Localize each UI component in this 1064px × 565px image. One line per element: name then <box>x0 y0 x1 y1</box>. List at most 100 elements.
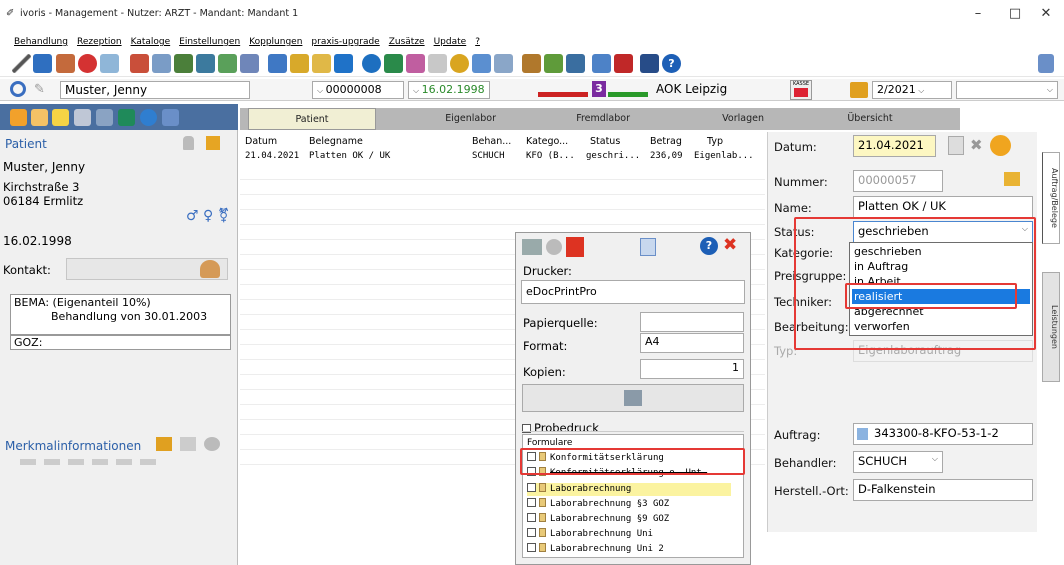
folder-icon[interactable] <box>290 54 309 73</box>
col-typ[interactable]: Typ <box>707 136 723 147</box>
tools-icon[interactable] <box>204 437 220 451</box>
card-icon[interactable] <box>130 54 149 73</box>
phone-tab-icon[interactable] <box>118 109 135 126</box>
menu-rezeption[interactable]: Rezeption <box>77 37 122 47</box>
calendar-icon[interactable] <box>948 136 964 155</box>
window-icon[interactable] <box>472 54 491 73</box>
form-item[interactable]: Laborabrechnung §3 GOZ <box>527 498 669 511</box>
print-button[interactable] <box>522 384 744 412</box>
birthdate-field[interactable]: ⌵ 16.02.1998 <box>408 81 490 99</box>
document-icon[interactable] <box>56 54 75 73</box>
kopien-field[interactable]: 1 <box>640 359 744 379</box>
kasse-icon[interactable]: KASSE <box>790 80 812 100</box>
history-tab-icon[interactable] <box>31 109 48 126</box>
add-merkmal-icon[interactable] <box>156 437 172 451</box>
print-help-icon[interactable]: ? <box>700 237 718 255</box>
search-icon[interactable] <box>10 81 26 97</box>
monitor-icon[interactable] <box>592 54 611 73</box>
col-kategorie[interactable]: Katego... <box>526 136 568 147</box>
edit-icon[interactable] <box>614 54 633 73</box>
col-belegname[interactable]: Belegname <box>309 136 363 147</box>
col-datum[interactable]: Datum <box>245 136 277 147</box>
probedruck-checkbox[interactable]: Probedruck <box>522 421 599 435</box>
lock-icon[interactable] <box>183 136 194 150</box>
contact-person-icon[interactable] <box>200 260 220 278</box>
graduate-icon[interactable] <box>522 54 541 73</box>
globe-tab-icon[interactable] <box>140 109 157 126</box>
close-button[interactable]: ✕ <box>1026 4 1064 24</box>
tab-fremdlabor[interactable]: Fremdlabor <box>514 108 642 130</box>
col-behandler[interactable]: Behan... <box>472 136 511 147</box>
mail-icon[interactable] <box>428 54 447 73</box>
col-betrag[interactable]: Betrag <box>650 136 682 147</box>
form-item[interactable]: Laborabrechnung Uni <box>527 528 653 541</box>
menu-kataloge[interactable]: Kataloge <box>131 37 171 47</box>
lab-icon[interactable] <box>334 54 353 73</box>
line-tool-icon[interactable] <box>12 54 31 73</box>
list-icon[interactable] <box>152 54 171 73</box>
help-icon[interactable]: ? <box>662 54 681 73</box>
patient-tab-icon[interactable] <box>10 109 27 126</box>
tab-vorlagen[interactable]: Vorlagen <box>648 108 776 130</box>
herstell-field[interactable]: D-Falkenstein <box>853 479 1033 501</box>
pointer-icon[interactable] <box>33 54 52 73</box>
print-close-icon[interactable]: ✖ <box>723 235 737 255</box>
menu-zusaetze[interactable]: Zusätze <box>389 37 425 47</box>
tab-auftrag-belege[interactable]: Auftrag/Belege <box>1042 152 1060 244</box>
format-field[interactable]: A4 <box>640 333 744 353</box>
form-item[interactable]: Laborabrechnung Uni 2 <box>527 543 664 556</box>
map-icon[interactable] <box>218 54 237 73</box>
quarter-select[interactable]: 2/2021 ⌵ <box>872 81 952 99</box>
printer-icon[interactable] <box>522 239 542 255</box>
calendar-icon[interactable] <box>406 54 425 73</box>
papierquelle-field[interactable] <box>640 312 744 332</box>
tooth-chart-icon[interactable] <box>174 54 193 73</box>
col-status[interactable]: Status <box>590 136 620 147</box>
pdf-icon[interactable] <box>566 237 584 257</box>
notes-icon[interactable] <box>494 54 513 73</box>
tab-patient[interactable]: Patient <box>248 108 376 130</box>
drucker-field[interactable]: eDocPrintPro <box>521 280 745 304</box>
patient-search-input[interactable]: Muster, Jenny <box>60 81 250 99</box>
menu-praxis-upgrade[interactable]: praxis-upgrade <box>311 37 379 47</box>
info-icon[interactable] <box>990 135 1011 156</box>
menu-kopplungen[interactable]: Kopplungen <box>249 37 302 47</box>
clear-icon[interactable]: ✖ <box>970 136 988 154</box>
form-item[interactable]: Laborabrechnung §9 GOZ <box>527 513 669 526</box>
patient-number-field[interactable]: ⌵ 00000008 <box>312 81 404 99</box>
datum-field[interactable]: 21.04.2021 <box>853 135 936 157</box>
files-icon[interactable] <box>240 54 259 73</box>
docs-tab-icon[interactable] <box>74 109 91 126</box>
tab-eigenlabor[interactable]: Eigenlabor <box>380 108 508 130</box>
person-icon[interactable] <box>196 54 215 73</box>
chart-icon[interactable] <box>100 54 119 73</box>
menu-einstellungen[interactable]: Einstellungen <box>179 37 240 47</box>
form-item[interactable]: Laborabrechnung <box>527 483 731 496</box>
more-tab-icon[interactable] <box>162 109 179 126</box>
edit-merkmal-icon[interactable] <box>180 437 196 451</box>
behandler-select[interactable]: SCHUCH ⌵ <box>853 451 943 473</box>
auftrag-field[interactable]: 343300-8-KFO-53-1-2 <box>853 423 1033 445</box>
book-icon[interactable] <box>384 54 403 73</box>
edit-patient-icon[interactable] <box>206 136 220 150</box>
star-tab-icon[interactable] <box>52 109 69 126</box>
tab-leistungen[interactable]: Leistungen <box>1042 272 1060 382</box>
magnifier-icon[interactable] <box>312 54 331 73</box>
search-doc-icon[interactable] <box>268 54 287 73</box>
menu-behandlung[interactable]: Behandlung <box>14 37 68 47</box>
save-icon[interactable] <box>640 54 659 73</box>
disk-icon[interactable] <box>362 54 381 73</box>
tab-uebersicht[interactable]: Übersicht <box>780 108 960 130</box>
pin-icon[interactable]: ✎ <box>34 82 45 97</box>
settings-doc-icon[interactable] <box>640 238 656 256</box>
medical-cross-icon[interactable] <box>78 54 97 73</box>
extra-select[interactable]: ⌵ <box>956 81 1058 99</box>
family-tab-icon[interactable] <box>96 109 113 126</box>
network-icon[interactable] <box>544 54 563 73</box>
euro-icon[interactable] <box>450 54 469 73</box>
key-icon[interactable] <box>1004 172 1020 186</box>
print-preview-icon[interactable] <box>546 239 562 255</box>
menu-update[interactable]: Update <box>434 37 467 47</box>
layout-icon[interactable] <box>1038 54 1054 73</box>
menu-help[interactable]: ? <box>475 37 480 47</box>
